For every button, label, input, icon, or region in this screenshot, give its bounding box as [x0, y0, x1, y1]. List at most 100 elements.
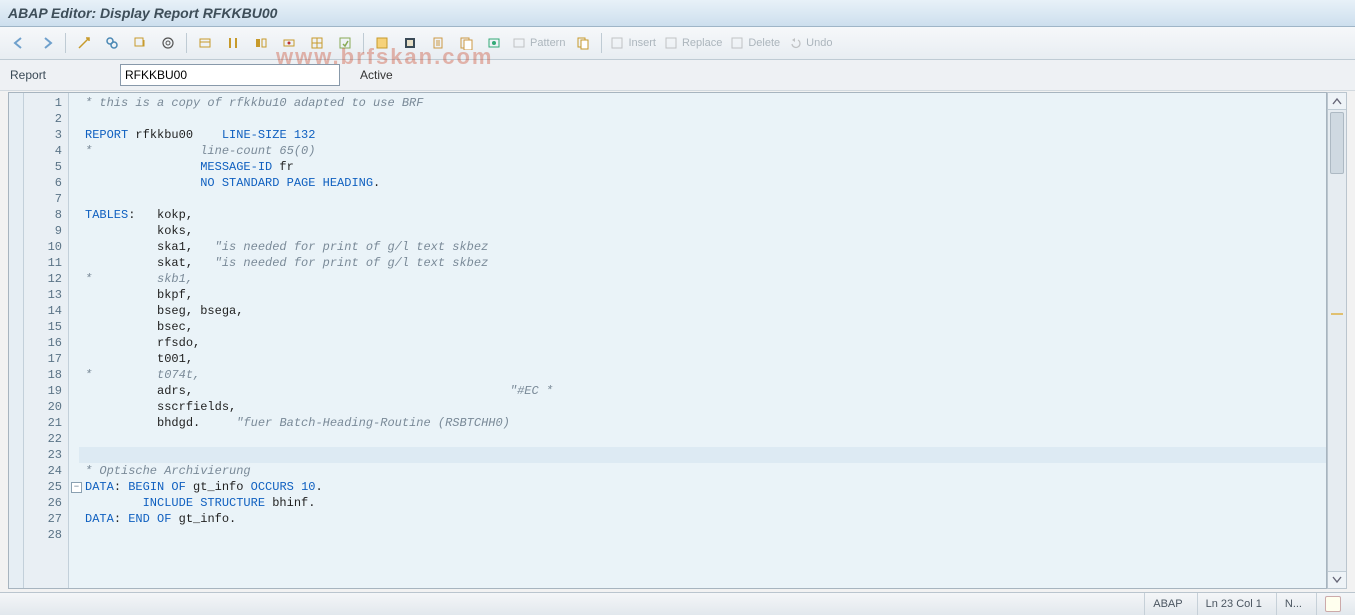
code-line[interactable]: bsec,	[79, 319, 1326, 335]
line-number: 28	[24, 527, 68, 543]
code-line[interactable]	[79, 431, 1326, 447]
replace-label: Replace	[682, 37, 722, 49]
code-token: DATA	[85, 512, 114, 526]
enhance-button[interactable]	[332, 32, 358, 54]
code-token: "fuer Batch-Heading-Routine (RSBTCHH0)	[236, 416, 510, 430]
display-nav-button[interactable]	[248, 32, 274, 54]
fold-minus-icon[interactable]: −	[71, 482, 82, 493]
code-line[interactable]: * skb1,	[79, 271, 1326, 287]
nav-forward-button[interactable]	[34, 32, 60, 54]
code-token: 10	[301, 480, 315, 494]
scroll-down-button[interactable]	[1328, 571, 1346, 588]
delete-label: Delete	[748, 37, 780, 49]
line-number: 16	[24, 335, 68, 351]
status-bar: ABAP Ln 23 Col 1 N...	[0, 592, 1355, 615]
report-status: Active	[360, 68, 393, 82]
code-token: 132	[294, 128, 316, 142]
report-label: Report	[10, 68, 110, 82]
status-mode: N...	[1276, 593, 1310, 615]
report-name-input[interactable]	[120, 64, 340, 86]
find-button[interactable]	[425, 32, 451, 54]
code-token: rfsdo,	[85, 336, 200, 350]
code-line[interactable]	[79, 527, 1326, 543]
code-editor[interactable]: 1234567891011121314151617181920212223242…	[8, 92, 1327, 589]
code-line[interactable]: sscrfields,	[79, 399, 1326, 415]
line-number: 25	[24, 479, 68, 495]
code-token: gt_info	[186, 480, 251, 494]
toolbar-separator	[186, 33, 187, 53]
code-line[interactable]: rfsdo,	[79, 335, 1326, 351]
pattern-label: Pattern	[530, 37, 565, 49]
code-line[interactable]: TABLES: kokp,	[79, 207, 1326, 223]
code-token: :	[114, 512, 128, 526]
code-token: koks,	[85, 224, 193, 238]
other-object-button[interactable]	[304, 32, 330, 54]
modification-overview-button[interactable]	[481, 32, 507, 54]
line-number: 17	[24, 351, 68, 367]
insert-button: Insert	[607, 32, 659, 54]
nav-back-button[interactable]	[6, 32, 32, 54]
code-area[interactable]: * this is a copy of rfkkbu10 adapted to …	[69, 93, 1326, 588]
status-language: ABAP	[1144, 593, 1190, 615]
code-line[interactable]	[79, 447, 1326, 463]
code-token: "#EC *	[510, 384, 553, 398]
code-line[interactable]: bhdgd. "fuer Batch-Heading-Routine (RSBT…	[79, 415, 1326, 431]
code-line[interactable]: * t074t,	[79, 367, 1326, 383]
vertical-scrollbar[interactable]	[1327, 92, 1347, 589]
code-line[interactable]: bseg, bsega,	[79, 303, 1326, 319]
pretty-printer-button[interactable]	[369, 32, 395, 54]
code-token: :	[114, 480, 128, 494]
find-next-button[interactable]	[453, 32, 479, 54]
code-line[interactable]: INCLUDE STRUCTURE bhinf.	[79, 495, 1326, 511]
code-token: fr	[272, 160, 294, 174]
line-number: 18	[24, 367, 68, 383]
code-token	[287, 128, 294, 142]
code-line[interactable]	[79, 111, 1326, 127]
code-line[interactable]: REPORT rfkkbu00 LINE-SIZE 132	[79, 127, 1326, 143]
code-line[interactable]: NO STANDARD PAGE HEADING.	[79, 175, 1326, 191]
code-line[interactable]: −DATA: BEGIN OF gt_info OCCURS 10.	[79, 479, 1326, 495]
scroll-thumb[interactable]	[1330, 112, 1344, 174]
set-breakpoint-button[interactable]	[276, 32, 302, 54]
code-token: .	[315, 480, 322, 494]
replace-button: Replace	[661, 32, 725, 54]
code-line[interactable]	[79, 191, 1326, 207]
line-number: 15	[24, 319, 68, 335]
code-line[interactable]: MESSAGE-ID fr	[79, 159, 1326, 175]
copy-button[interactable]	[570, 32, 596, 54]
code-line[interactable]: adrs, "#EC *	[79, 383, 1326, 399]
scroll-up-button[interactable]	[1328, 93, 1346, 110]
activate-button[interactable]	[127, 32, 153, 54]
code-line[interactable]: * this is a copy of rfkkbu10 adapted to …	[79, 95, 1326, 111]
code-line[interactable]: DATA: END OF gt_info.	[79, 511, 1326, 527]
code-line[interactable]: t001,	[79, 351, 1326, 367]
code-line[interactable]: bkpf,	[79, 287, 1326, 303]
insert-label: Insert	[628, 37, 656, 49]
code-line[interactable]: ska1, "is needed for print of g/l text s…	[79, 239, 1326, 255]
line-number: 12	[24, 271, 68, 287]
code-line[interactable]: koks,	[79, 223, 1326, 239]
code-line[interactable]: * Optische Archivierung	[79, 463, 1326, 479]
code-token	[85, 176, 200, 190]
pattern-button[interactable]: Pattern	[509, 32, 568, 54]
scroll-track[interactable]	[1328, 110, 1346, 571]
code-line[interactable]: skat, "is needed for print of g/l text s…	[79, 255, 1326, 271]
code-line[interactable]: * line-count 65(0)	[79, 143, 1326, 159]
where-used-button[interactable]	[192, 32, 218, 54]
code-token: TABLES	[85, 208, 128, 222]
code-token: * this is a copy of rfkkbu10 adapted to …	[85, 96, 423, 110]
status-icon-cell[interactable]	[1316, 593, 1349, 615]
main-toolbar: Pattern Insert Replace Delete Undo	[0, 27, 1355, 60]
line-number: 24	[24, 463, 68, 479]
check-button[interactable]	[99, 32, 125, 54]
object-list-button[interactable]	[220, 32, 246, 54]
line-number: 14	[24, 303, 68, 319]
code-token: sscrfields,	[85, 400, 236, 414]
help-button[interactable]	[397, 32, 423, 54]
status-document-icon	[1325, 596, 1341, 612]
line-number: 2	[24, 111, 68, 127]
display-change-button[interactable]	[71, 32, 97, 54]
test-button[interactable]	[155, 32, 181, 54]
line-number: 27	[24, 511, 68, 527]
code-token: * Optische Archivierung	[85, 464, 251, 478]
